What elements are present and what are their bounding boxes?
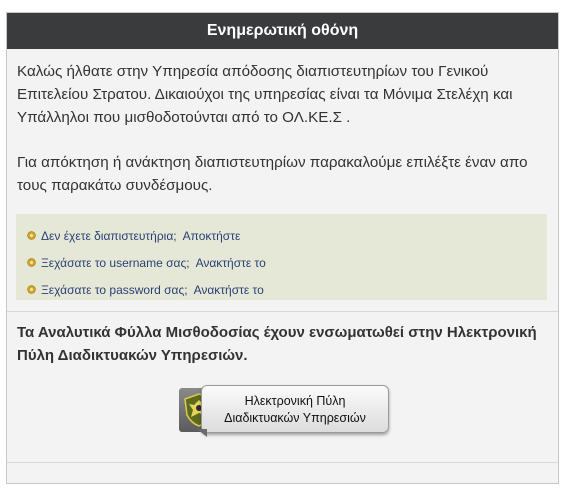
portal-button-line1: Ηλεκτρονική Πύλη	[244, 394, 346, 408]
link-row-password: Ξεχάσατε το password σας; Ανακτήστε το	[16, 276, 547, 303]
section-divider	[7, 311, 558, 312]
gear-bullet-icon	[27, 285, 36, 294]
bottom-divider	[7, 462, 558, 463]
recover-username-link[interactable]: Ανακτήστε το	[196, 256, 266, 270]
credential-links: Δεν έχετε διαπιστευτήρια; Αποκτήστε Ξεχά…	[16, 214, 547, 300]
recover-password-link[interactable]: Ανακτήστε το	[194, 283, 264, 297]
link-row-username: Ξεχάσατε το username σας; Ανακτήστε το	[16, 249, 547, 276]
portal-button-tail	[197, 429, 207, 437]
gear-bullet-icon	[27, 258, 36, 267]
link-question-obtain: Δεν έχετε διαπιστευτήρια;	[41, 228, 177, 243]
link-row-obtain: Δεν έχετε διαπιστευτήρια; Αποκτήστε	[16, 222, 547, 249]
intro-paragraph-welcome: Καλώς ήλθατε στην Υπηρεσία απόδοσης διαπ…	[17, 63, 513, 126]
link-question-password: Ξεχάσατε το password σας;	[41, 282, 188, 297]
portal-button-line2: Διαδικτυακών Υπηρεσιών	[224, 411, 366, 425]
payroll-notice: Τα Αναλυτικά Φύλλα Μισθοδοσίας έχουν ενσ…	[17, 324, 537, 364]
info-panel: Ενημερωτική οθόνη Καλώς ήλθατε στην Υπηρ…	[6, 12, 559, 484]
link-question-username: Ξεχάσατε το username σας;	[41, 255, 190, 270]
obtain-credentials-link[interactable]: Αποκτήστε	[183, 229, 241, 243]
intro-paragraph-instructions: Για απόκτηση ή ανάκτηση διαπιστευτηρίων …	[17, 154, 528, 194]
panel-title: Ενημερωτική οθόνη	[7, 13, 558, 49]
gear-bullet-icon	[27, 231, 36, 240]
portal-button-face[interactable]: Ηλεκτρονική Πύλη Διαδικτυακών Υπηρεσιών	[201, 385, 389, 433]
intro-text: Καλώς ήλθατε στην Υπηρεσία απόδοσης διαπ…	[7, 49, 558, 197]
portal-button[interactable]: Ηλεκτρονική Πύλη Διαδικτυακών Υπηρεσιών	[179, 385, 391, 437]
